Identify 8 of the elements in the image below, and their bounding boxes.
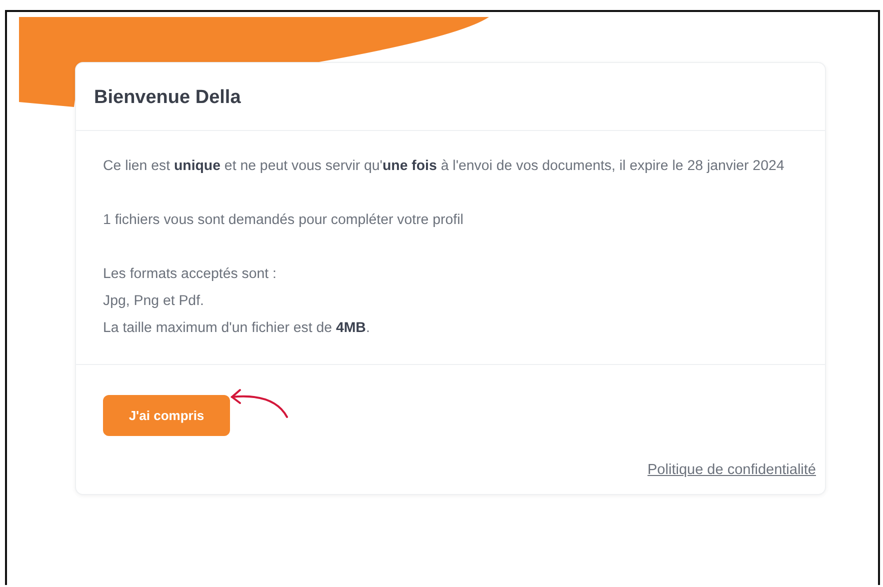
body-text: 1 fichiers vous sont demandés pour compléter votre profil [103,210,464,230]
card-title: Bienvenue Della [94,87,242,110]
body-text: Les formats acceptés sont : [103,264,278,284]
body-text: Jpg, Png et Pdf. [103,292,205,311]
body-text: Ce lien est unique et ne peut vous servir qu'une fois à l'envoi de vos documents, il expire le 28 janvier 2024 [103,156,786,176]
body-text: La taille maximum d'un fichier est de 4MB. [103,318,371,338]
privacy-link[interactable]: Politique de confidentialité [648,460,816,482]
understood-button[interactable]: J'ai compris [103,394,230,436]
